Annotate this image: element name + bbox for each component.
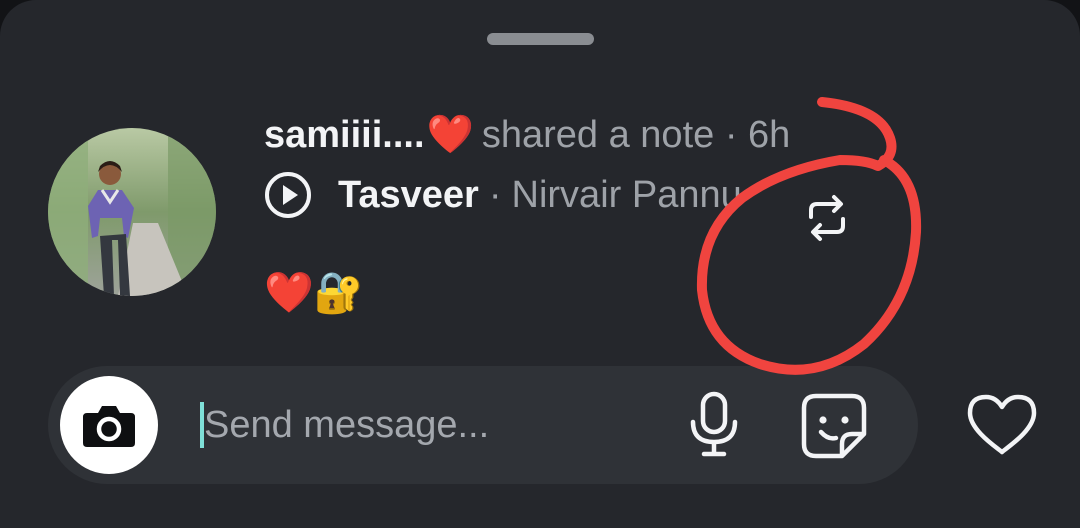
username-emoji: ❤️: [426, 114, 474, 156]
message-input[interactable]: [204, 395, 654, 455]
camera-button[interactable]: [60, 376, 158, 474]
play-circle-icon[interactable]: [264, 171, 312, 219]
heart-icon[interactable]: [966, 392, 1038, 458]
username[interactable]: samiiii....: [264, 114, 425, 157]
song-title: Tasveer: [338, 173, 479, 216]
shared-note-meta: shared a note · 6h: [481, 113, 791, 156]
song-row[interactable]: Tasveer · Nirvair Pannu: [264, 170, 742, 220]
repost-icon[interactable]: [805, 193, 849, 243]
sticker-icon[interactable]: [800, 392, 868, 460]
artist-name: Nirvair Pannu: [511, 173, 742, 216]
song-separator: ·: [488, 173, 502, 216]
drag-handle[interactable]: [487, 33, 594, 45]
microphone-icon[interactable]: [686, 390, 742, 460]
bottom-sheet: samiiii.... ❤️ shared a note · 6h Tasvee…: [0, 0, 1080, 528]
note-header: samiiii.... ❤️ shared a note · 6h: [264, 110, 790, 160]
note-text: ❤️🔐: [264, 270, 364, 315]
camera-icon: [83, 406, 135, 447]
avatar-photo: [48, 128, 216, 296]
avatar[interactable]: [48, 128, 216, 296]
